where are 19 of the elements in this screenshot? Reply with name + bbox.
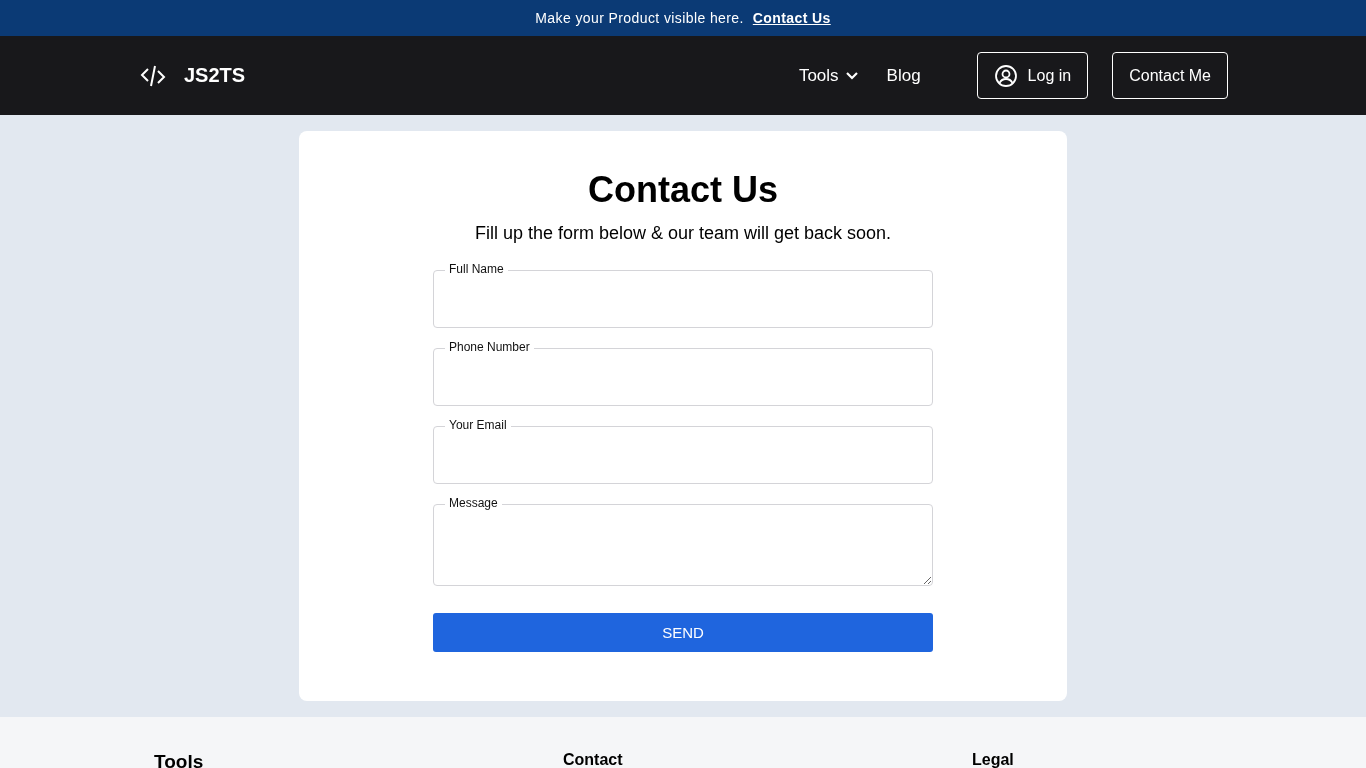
chevron-down-icon	[844, 70, 859, 81]
send-button[interactable]: SEND	[433, 613, 933, 652]
tools-menu[interactable]: Tools	[798, 65, 859, 86]
field-label: Your Email	[445, 418, 511, 432]
page-title: Contact Us	[588, 169, 778, 211]
field-label: Message	[445, 496, 502, 510]
user-icon	[993, 63, 1018, 88]
footer-heading: Tools	[154, 751, 204, 768]
footer-heading: Legal	[972, 751, 1014, 768]
contact-me-button[interactable]: Contact Me	[1112, 52, 1228, 99]
form-subtitle: Fill up the form below & our team will get back soon.	[474, 223, 892, 244]
footer-heading: Contact	[563, 751, 623, 768]
field-label: Full Name	[445, 262, 508, 276]
nav-link[interactable]: Blog	[886, 65, 921, 86]
field-label: Phone Number	[445, 340, 534, 354]
brand-name[interactable]: JS2TS	[184, 64, 246, 87]
banner-text: Make your Product visible here.	[535, 10, 744, 26]
contact-link[interactable]: Contact Us	[752, 10, 831, 26]
login-button[interactable]: Log in	[976, 52, 1089, 99]
